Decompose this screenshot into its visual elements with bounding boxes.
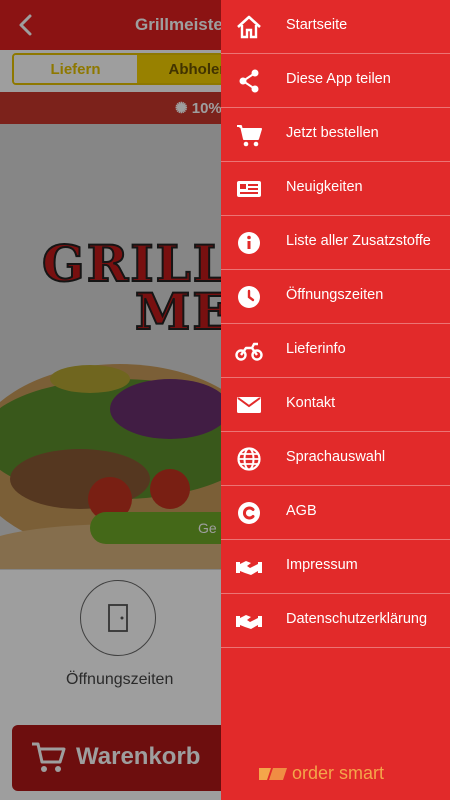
menu-item-share[interactable]: Diese App teilen: [221, 54, 450, 108]
menu-item-label: Liste aller Zusatzstoffe: [286, 233, 431, 249]
menu-item-label: Startseite: [286, 17, 348, 33]
menu-item-delivery-info[interactable]: Lieferinfo: [221, 324, 450, 378]
menu-item-contact[interactable]: Kontakt: [221, 378, 450, 432]
menu-item-imprint[interactable]: Impressum: [221, 540, 450, 594]
menu-item-additives[interactable]: Liste aller Zusatzstoffe: [221, 216, 450, 270]
menu-item-news[interactable]: Neuigkeiten: [221, 162, 450, 216]
menu-item-opening-hours[interactable]: Öffnungszeiten: [221, 270, 450, 324]
brand-name: order smart: [292, 763, 385, 783]
info-icon: [238, 232, 260, 254]
menu-item-label: Diese App teilen: [286, 71, 391, 87]
globe-icon: [237, 447, 261, 471]
menu-item-label: Öffnungszeiten: [286, 287, 384, 303]
handshake-icon: [236, 561, 262, 575]
menu-item-label: Lieferinfo: [286, 341, 346, 357]
menu-item-label: AGB: [286, 503, 317, 519]
home-icon: [237, 15, 261, 39]
cart-icon: [237, 125, 262, 147]
share-icon: [239, 69, 259, 93]
mail-icon: [237, 397, 261, 413]
menu-item-label: Datenschutzerklärung: [286, 611, 428, 627]
navigation-drawer: Startseite Diese App teilen Jetzt bestel…: [221, 0, 450, 800]
menu-item-terms[interactable]: AGB: [221, 486, 450, 540]
clock-icon: [238, 286, 260, 308]
menu-item-privacy[interactable]: Datenschutzerklärung: [221, 594, 450, 648]
menu-item-label: Neuigkeiten: [286, 179, 363, 195]
menu-item-startseite[interactable]: Startseite: [221, 0, 450, 54]
menu-item-language[interactable]: Sprachauswahl: [221, 432, 450, 486]
menu-item-label: Jetzt bestellen: [286, 125, 379, 141]
news-icon: [237, 181, 261, 197]
menu-item-order[interactable]: Jetzt bestellen: [221, 108, 450, 162]
motorcycle-icon: [235, 342, 263, 361]
menu-item-label: Impressum: [286, 557, 358, 573]
copyright-icon: [238, 502, 260, 524]
order-smart-logo-icon: [259, 768, 287, 780]
menu-item-label: Sprachauswahl: [286, 449, 386, 465]
handshake-icon: [236, 615, 262, 629]
brand-logo: order smart: [257, 758, 417, 788]
menu-item-label: Kontakt: [286, 395, 336, 411]
